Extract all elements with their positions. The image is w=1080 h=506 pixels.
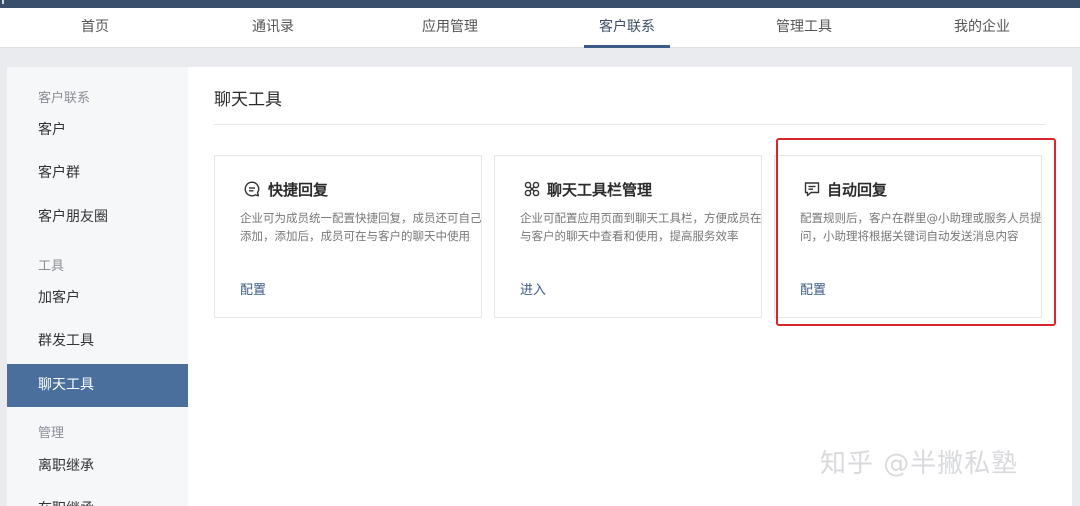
- sidebar-item-mass-send[interactable]: 群发工具: [7, 320, 188, 363]
- toolbar-grid-icon: [524, 181, 540, 197]
- nav-contacts[interactable]: 通讯录: [252, 8, 294, 48]
- sidebar-category-manage: 管理: [38, 426, 65, 441]
- sidebar-item-resign-inherit[interactable]: 离职继承: [7, 445, 188, 488]
- top-nav: 首页 通讯录 应用管理 客户联系 管理工具 我的企业: [0, 8, 1080, 48]
- sidebar-category-tools: 工具: [38, 259, 65, 274]
- page-title: 聊天工具: [214, 90, 282, 110]
- card-description: 企业可为成员统一配置快捷回复，成员还可自己添加，添加后，成员可在与客户的聊天中使…: [240, 211, 482, 243]
- card-title: 自动回复: [827, 181, 888, 199]
- sidebar-item-customer[interactable]: 客户: [7, 109, 188, 152]
- sidebar: 客户联系 客户 客户群 客户朋友圈 工具 加客户 群发工具 聊天工具 管理 离职…: [7, 67, 188, 506]
- card-description: 企业可配置应用页面到聊天工具栏，方便成员在与客户的聊天中查看和使用，提高服务效率: [520, 211, 762, 243]
- configure-link[interactable]: 配置: [800, 279, 826, 298]
- card-description: 配置规则后，客户在群里@小助理或服务人员提问，小助理将根据关键词自动发送消息内容: [800, 211, 1042, 243]
- sidebar-item-add-customer[interactable]: 加客户: [7, 277, 188, 320]
- card-quick-reply: 快捷回复 企业可为成员统一配置快捷回复，成员还可自己添加，添加后，成员可在与客户…: [214, 155, 482, 318]
- nav-app-management[interactable]: 应用管理: [422, 8, 478, 48]
- chat-bubble-lines-icon: [244, 181, 260, 197]
- watermark: 知乎 @半撇私塾: [820, 449, 1019, 479]
- configure-link[interactable]: 配置: [240, 279, 266, 298]
- nav-customer-contact[interactable]: 客户联系: [584, 8, 670, 48]
- sidebar-category-customer: 客户联系: [38, 91, 91, 106]
- main-content: 聊天工具 快捷回复 企业可为成员统一配置快捷回复，成员还可自己添加，添加后，成员…: [188, 67, 1072, 506]
- nav-management-tools[interactable]: 管理工具: [776, 8, 832, 48]
- enter-link[interactable]: 进入: [520, 279, 546, 298]
- sidebar-item-moments[interactable]: 客户朋友圈: [7, 196, 188, 239]
- card-title: 快捷回复: [268, 181, 329, 199]
- card-title: 聊天工具栏管理: [547, 181, 653, 199]
- nav-home[interactable]: 首页: [81, 8, 109, 48]
- auto-reply-icon: [804, 182, 820, 197]
- title-divider: [214, 124, 1046, 125]
- sidebar-item-onjob-inherit[interactable]: 在职继承: [7, 488, 188, 506]
- top-window-strip: [0, 0, 1080, 8]
- sidebar-item-chat-tools[interactable]: 聊天工具: [7, 364, 188, 407]
- window-corner-icon: [2, 0, 6, 4]
- sidebar-item-customer-group[interactable]: 客户群: [7, 152, 188, 195]
- card-chat-toolbar-management: 聊天工具栏管理 企业可配置应用页面到聊天工具栏，方便成员在与客户的聊天中查看和使…: [494, 155, 762, 318]
- nav-my-company[interactable]: 我的企业: [954, 8, 1010, 48]
- card-auto-reply: 自动回复 配置规则后，客户在群里@小助理或服务人员提问，小助理将根据关键词自动发…: [774, 155, 1042, 318]
